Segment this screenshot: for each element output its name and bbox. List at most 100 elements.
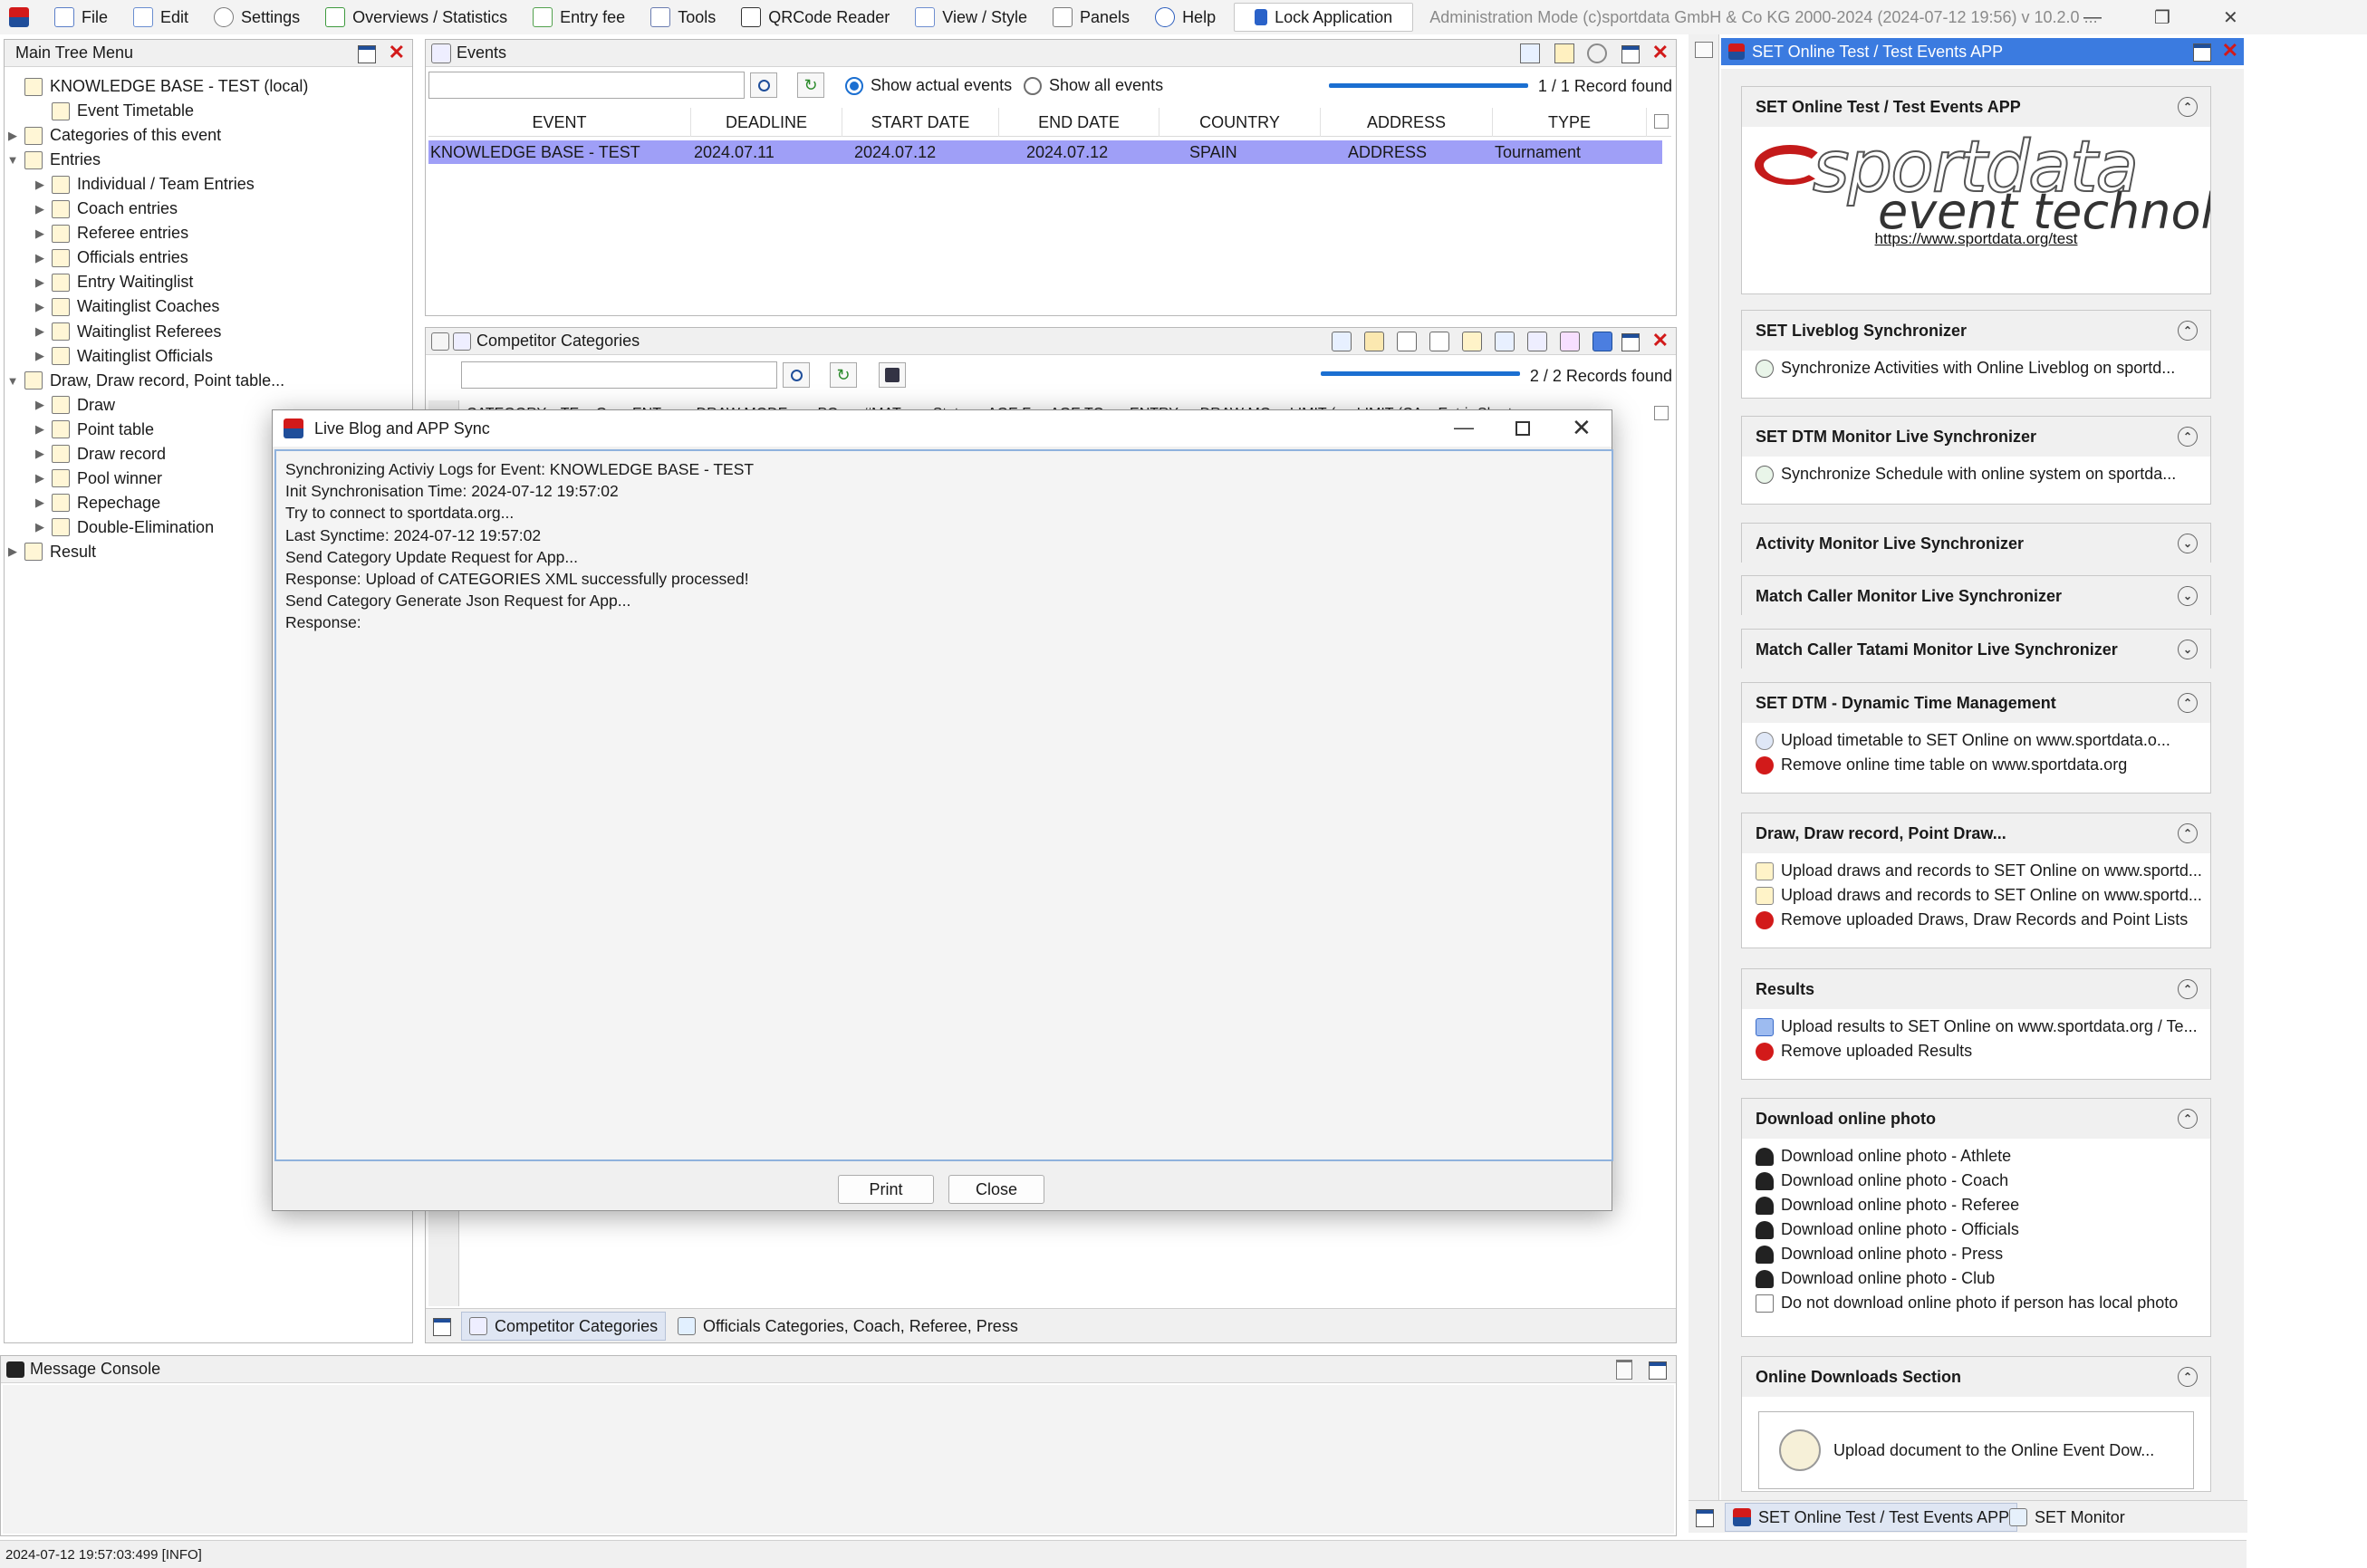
chart-icon[interactable] [1462,332,1482,351]
expand-icon[interactable]: ▶ [34,495,46,510]
expand-icon[interactable]: ▶ [34,178,46,192]
chevron-up-icon[interactable]: ⌃ [2178,693,2198,713]
close-panel-icon[interactable]: ✕ [389,43,405,63]
dialog-log-area[interactable]: Synchronizing Activiy Logs for Event: KN… [274,449,1613,1161]
close-panel-icon[interactable]: ✕ [1652,43,1669,63]
close-button[interactable]: Close [948,1175,1044,1204]
section-header[interactable]: Match Caller Tatami Monitor Live Synchro… [1742,630,2210,669]
paste-icon[interactable] [1364,332,1384,351]
save-icon[interactable] [879,362,906,388]
lock-application-button[interactable]: Lock Application [1234,3,1414,32]
section-header[interactable]: Activity Monitor Live Synchronizer ⌄ [1742,524,2210,563]
section-action[interactable]: Download online photo - Referee [1742,1193,2210,1217]
column-header[interactable]: COUNTRY [1159,108,1321,137]
section-header[interactable]: SET Online Test / Test Events APP ⌃ [1742,87,2210,127]
rows-icon[interactable] [1527,332,1547,351]
folder-icon[interactable] [1554,43,1574,63]
expand-icon[interactable]: ▶ [34,349,46,363]
list-icon[interactable] [1397,332,1417,351]
table-row[interactable]: KNOWLEDGE BASE - TEST 2024.07.11 2024.07.1… [428,140,1662,164]
expand-icon[interactable]: ▶ [34,324,46,339]
tree-item[interactable]: ▶ Double-Elimination [34,515,214,540]
tree-item[interactable]: ▶ Draw [34,393,115,418]
expand-icon[interactable]: ▶ [34,447,46,461]
trash-icon[interactable] [1616,1360,1632,1380]
menu-entry-fee[interactable]: Entry fee [520,0,638,34]
expand-icon[interactable]: ▶ [34,226,46,241]
maximize-icon[interactable] [1515,421,1530,436]
section-action[interactable]: Download online photo - Athlete [1742,1144,2210,1169]
expand-icon[interactable]: ▶ [6,129,19,143]
expand-icon[interactable]: ▶ [34,251,46,265]
close-panel-icon[interactable]: ✕ [2222,41,2238,61]
chevron-up-icon[interactable]: ⌃ [2178,979,2198,999]
events-search-input[interactable] [428,72,745,99]
chevron-down-icon[interactable]: ⌄ [2178,640,2198,659]
panel-menu-icon[interactable] [431,332,449,351]
book-icon[interactable] [1592,332,1612,351]
section-header[interactable]: SET DTM Monitor Live Synchronizer ⌃ [1742,417,2210,457]
search-icon[interactable] [783,362,810,388]
collapse-icon[interactable]: ▼ [6,153,19,167]
menu-help[interactable]: Help [1142,0,1228,34]
column-header[interactable]: ADDRESS [1321,108,1493,137]
section-action[interactable]: Download online photo - Coach [1742,1169,2210,1193]
tree-item[interactable]: ▶ Individual / Team Entries [34,172,255,197]
section-action[interactable]: Upload results to SET Online on www.spor… [1742,1015,2210,1039]
section-header[interactable]: Download online photo ⌃ [1742,1099,2210,1139]
column-chooser-icon[interactable] [1654,114,1669,129]
chevron-up-icon[interactable]: ⌃ [2178,321,2198,341]
menu-edit[interactable]: Edit [120,0,201,34]
column-header[interactable]: DEADLINE [691,108,842,137]
restore-icon[interactable]: ❐ [2154,6,2170,29]
tree-item[interactable]: ▶ Pool winner [34,467,162,491]
column-header[interactable]: TYPE [1493,108,1647,137]
menu-overviews-statistics[interactable]: Overviews / Statistics [313,0,520,34]
tree-item[interactable]: ▶ Coach entries [34,197,178,221]
section-action[interactable]: Do not download online photo if person h… [1742,1291,2210,1315]
expand-icon[interactable]: ▶ [34,520,46,534]
palette-icon[interactable] [1560,332,1580,351]
menu-file[interactable]: File [42,0,120,34]
section-action[interactable]: Upload timetable to SET Online on www.sp… [1742,728,2210,753]
close-icon[interactable]: ✕ [2223,6,2238,29]
chevron-down-icon[interactable]: ⌄ [2178,586,2198,606]
tree-item[interactable]: ▶ Draw record [34,442,166,467]
sync-icon[interactable]: ↻ [830,362,857,388]
column-header[interactable]: START DATE [842,108,999,137]
section-header[interactable]: SET Liveblog Synchronizer ⌃ [1742,311,2210,351]
section-header[interactable]: SET DTM - Dynamic Time Management ⌃ [1742,683,2210,723]
tab-competitor-categories[interactable]: Competitor Categories [461,1312,667,1341]
expand-icon[interactable]: ▶ [34,471,46,486]
maximize-icon[interactable] [433,1317,451,1336]
panel-menu-icon[interactable] [1695,42,1713,58]
tab-set-monitor[interactable]: SET Monitor [2002,1503,2132,1532]
tree-item[interactable]: ▶ Referee entries [34,221,188,245]
section-action[interactable]: Remove uploaded Results [1742,1039,2210,1063]
maximize-icon[interactable] [1696,1508,1714,1527]
column-chooser-icon[interactable] [1654,406,1669,420]
tree-item[interactable]: ▶ Repechage [34,491,160,515]
edit-event-icon[interactable] [1520,43,1540,63]
search-icon[interactable] [750,72,777,98]
tree-item[interactable]: Event Timetable [34,99,194,123]
tree-item[interactable]: ▶ Point table [34,418,154,442]
logo-link[interactable]: https://www.sportdata.org/test [1742,230,2210,248]
maximize-icon[interactable] [1621,44,1640,64]
expand-icon[interactable]: ▶ [34,300,46,314]
section-action[interactable]: Download online photo - Officials [1742,1217,2210,1242]
tree-item[interactable]: ▶ Officials entries [34,245,188,270]
columns-icon[interactable] [1495,332,1515,351]
collapse-icon[interactable]: ▼ [6,374,19,388]
menu-qrcode-reader[interactable]: QRCode Reader [728,0,902,34]
expand-icon[interactable]: ▶ [34,202,46,216]
chevron-up-icon[interactable]: ⌃ [2178,823,2198,843]
export-icon[interactable] [1332,332,1352,351]
expand-icon[interactable]: ▶ [34,398,46,412]
section-header[interactable]: Results ⌃ [1742,969,2210,1009]
chevron-up-icon[interactable]: ⌃ [2178,1367,2198,1387]
upload-document-button[interactable]: Upload document to the Online Event Dow.… [1758,1411,2194,1489]
minimize-icon[interactable]: — [2083,7,2102,28]
section-action[interactable]: Synchronize Schedule with online system … [1742,462,2210,486]
section-header[interactable]: Draw, Draw record, Point Draw... ⌃ [1742,813,2210,853]
